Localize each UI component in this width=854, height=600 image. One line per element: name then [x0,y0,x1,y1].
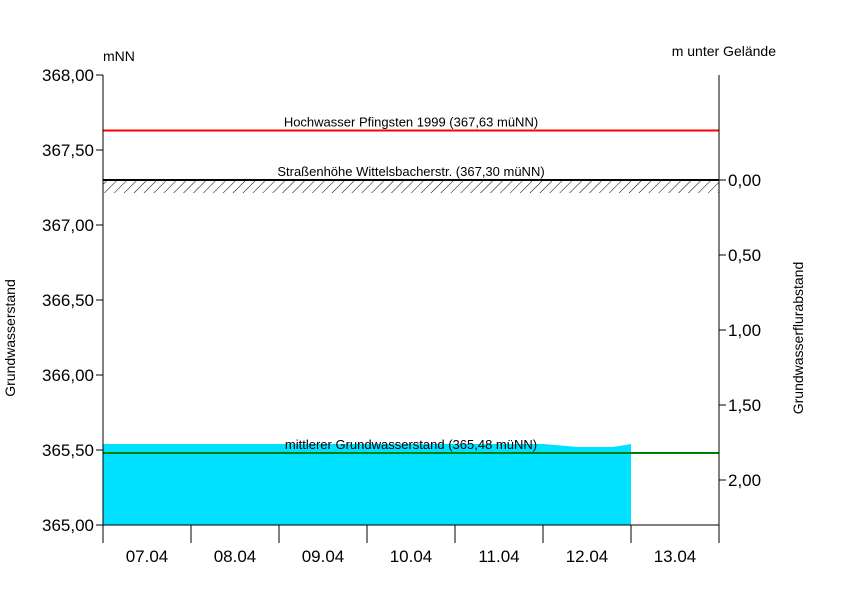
left-tick-label: 365,50 [42,441,94,460]
ground-hatch [103,180,719,193]
left-axis-title: Grundwasserstand [2,279,18,397]
x-tick-label: 10.04 [390,547,433,566]
right-tick-label: 2,00 [728,471,761,490]
x-tick-label: 08.04 [214,547,257,566]
x-tick-label: 11.04 [478,547,519,566]
x-tick-label: 07.04 [126,547,169,566]
reference-label-2: mittlerer Grundwasserstand (365,48 müNN) [285,437,537,452]
right-tick-label: 1,00 [728,321,761,340]
left-tick-label: 366,50 [42,291,94,310]
left-tick-label: 367,00 [42,216,94,235]
left-unit-label: mNN [103,48,135,64]
right-axis-title: Grundwasserflurabstand [790,262,806,415]
left-tick-label: 366,00 [42,366,94,385]
groundwater-chart: mNN m unter Gelände Hochwasser Pfingsten… [2,43,806,566]
right-unit-label: m unter Gelände [672,43,776,59]
right-tick-label: 0,00 [728,171,761,190]
x-tick-label: 13.04 [654,547,697,566]
reference-label-0: Hochwasser Pfingsten 1999 (367,63 müNN) [284,115,538,130]
groundwater-area [103,444,631,525]
x-tick-label: 12.04 [566,547,609,566]
plot-area: Hochwasser Pfingsten 1999 (367,63 müNN) S… [42,66,761,566]
reference-label-1: Straßenhöhe Wittelsbacherstr. (367,30 mü… [277,164,544,179]
left-tick-label: 368,00 [42,66,94,85]
left-tick-label: 365,00 [42,516,94,535]
right-tick-label: 1,50 [728,396,761,415]
right-tick-label: 0,50 [728,246,761,265]
x-tick-label: 09.04 [302,547,345,566]
left-tick-label: 367,50 [42,141,94,160]
